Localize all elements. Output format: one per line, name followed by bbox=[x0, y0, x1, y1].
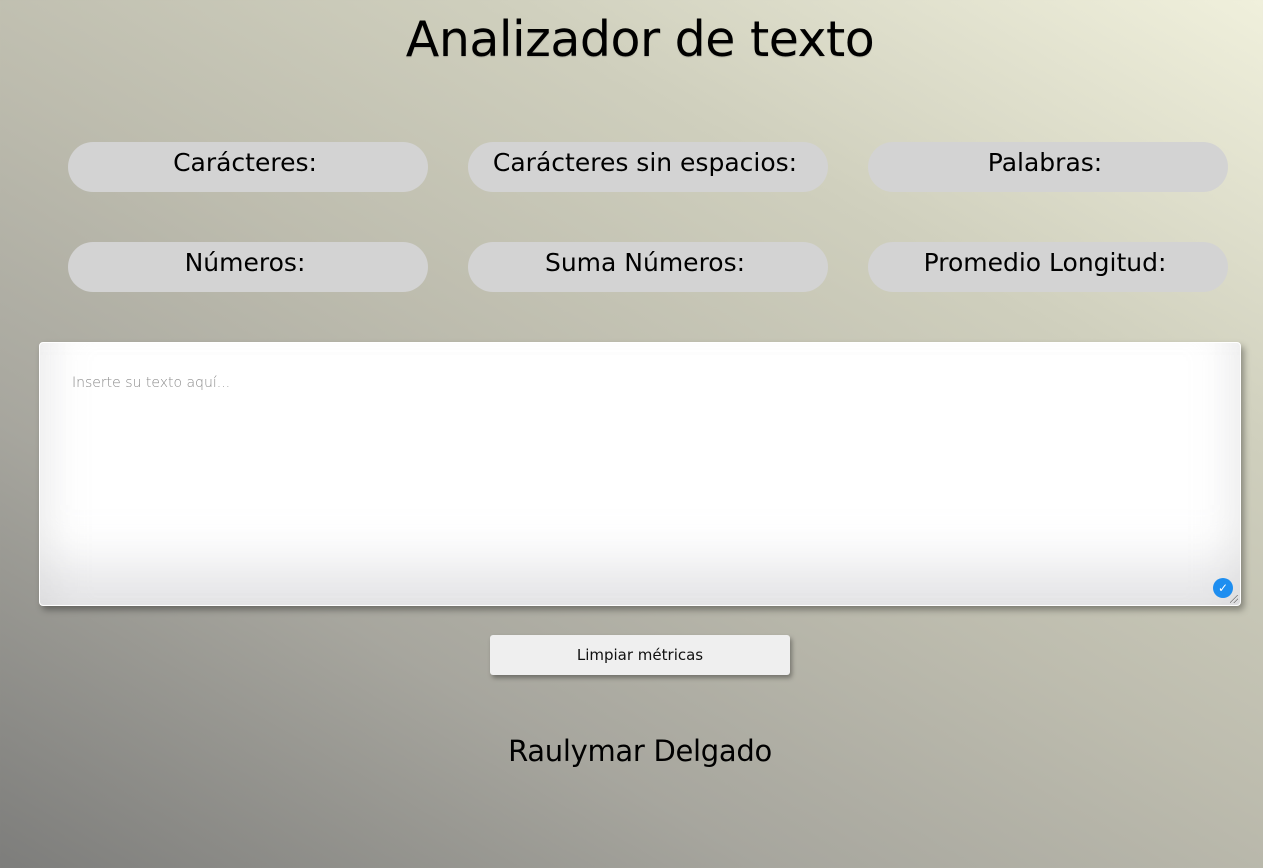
metric-numbers-sum: Suma Números: bbox=[468, 242, 828, 292]
metric-label: Palabras: bbox=[987, 148, 1103, 177]
metric-label: Carácteres: bbox=[173, 148, 317, 177]
metric-average-length: Promedio Longitud: bbox=[868, 242, 1228, 292]
text-input[interactable] bbox=[40, 343, 1240, 605]
page-title: Analizador de texto bbox=[405, 11, 875, 68]
metric-words: Palabras: bbox=[868, 142, 1228, 192]
text-input-container: ✓ bbox=[39, 342, 1241, 606]
clear-metrics-button[interactable]: Limpiar métricas bbox=[490, 635, 790, 675]
metric-label: Promedio Longitud: bbox=[923, 248, 1167, 277]
resize-grip-icon[interactable] bbox=[1230, 595, 1238, 603]
author-name: Raulymar Delgado bbox=[508, 734, 772, 768]
metric-characters: Carácteres: bbox=[68, 142, 428, 192]
metric-label: Suma Números: bbox=[544, 248, 746, 277]
metrics-grid: Carácteres: Carácteres sin espacios: Pal… bbox=[68, 142, 1228, 292]
metric-label: Números: bbox=[184, 248, 306, 277]
metric-numbers: Números: bbox=[68, 242, 428, 292]
metric-label: Carácteres sin espacios: bbox=[492, 148, 798, 177]
metric-characters-no-spaces: Carácteres sin espacios: bbox=[468, 142, 828, 192]
